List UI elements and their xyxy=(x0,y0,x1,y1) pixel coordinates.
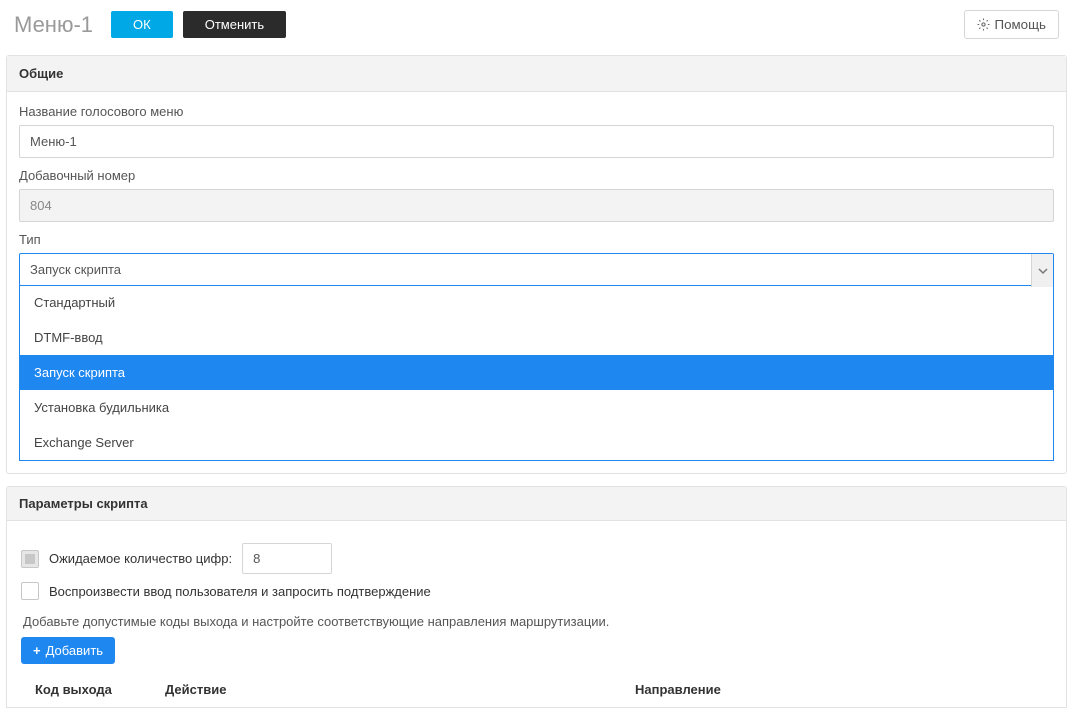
type-select[interactable]: Запуск скрипта xyxy=(19,253,1054,286)
type-dropdown: Стандартный DTMF-ввод Запуск скрипта Уст… xyxy=(19,285,1054,461)
type-option-exchange[interactable]: Exchange Server xyxy=(20,425,1053,460)
playback-confirm-label: Воспроизвести ввод пользователя и запрос… xyxy=(49,584,431,599)
type-option-dtmf[interactable]: DTMF-ввод xyxy=(20,320,1053,355)
add-label: Добавить xyxy=(46,643,103,658)
expected-digits-checkbox[interactable] xyxy=(21,550,39,568)
col-action: Действие xyxy=(165,682,635,697)
col-exit-code: Код выхода xyxy=(35,682,165,697)
type-label: Тип xyxy=(19,232,1054,247)
expected-digits-input[interactable] xyxy=(242,543,332,574)
routing-table-header: Код выхода Действие Направление xyxy=(21,682,1052,697)
help-button[interactable]: Помощь xyxy=(964,10,1059,39)
expected-digits-label: Ожидаемое количество цифр: xyxy=(49,551,232,566)
gear-icon xyxy=(977,18,990,31)
general-panel: Общие Название голосового меню Добавочны… xyxy=(6,55,1067,474)
general-header: Общие xyxy=(7,56,1066,92)
playback-confirm-checkbox[interactable] xyxy=(21,582,39,600)
type-option-script[interactable]: Запуск скрипта xyxy=(20,355,1053,390)
ok-button[interactable]: ОК xyxy=(111,11,173,38)
routing-help-text: Добавьте допустимые коды выхода и настро… xyxy=(23,614,1050,629)
script-params-panel: Параметры скрипта Ожидаемое количество ц… xyxy=(6,486,1067,708)
type-option-standard[interactable]: Стандартный xyxy=(20,285,1053,320)
ext-input[interactable] xyxy=(19,189,1054,222)
plus-icon: + xyxy=(33,643,41,658)
type-select-value: Запуск скрипта xyxy=(30,262,121,277)
col-destination: Направление xyxy=(635,682,1038,697)
type-option-alarm[interactable]: Установка будильника xyxy=(20,390,1053,425)
help-label: Помощь xyxy=(995,17,1046,32)
add-button[interactable]: + Добавить xyxy=(21,637,115,664)
cancel-button[interactable]: Отменить xyxy=(183,11,286,38)
name-label: Название голосового меню xyxy=(19,104,1054,119)
script-params-header: Параметры скрипта xyxy=(6,486,1067,521)
ext-label: Добавочный номер xyxy=(19,168,1054,183)
page-title: Меню-1 xyxy=(14,12,93,38)
chevron-down-icon xyxy=(1031,254,1053,287)
name-input[interactable] xyxy=(19,125,1054,158)
